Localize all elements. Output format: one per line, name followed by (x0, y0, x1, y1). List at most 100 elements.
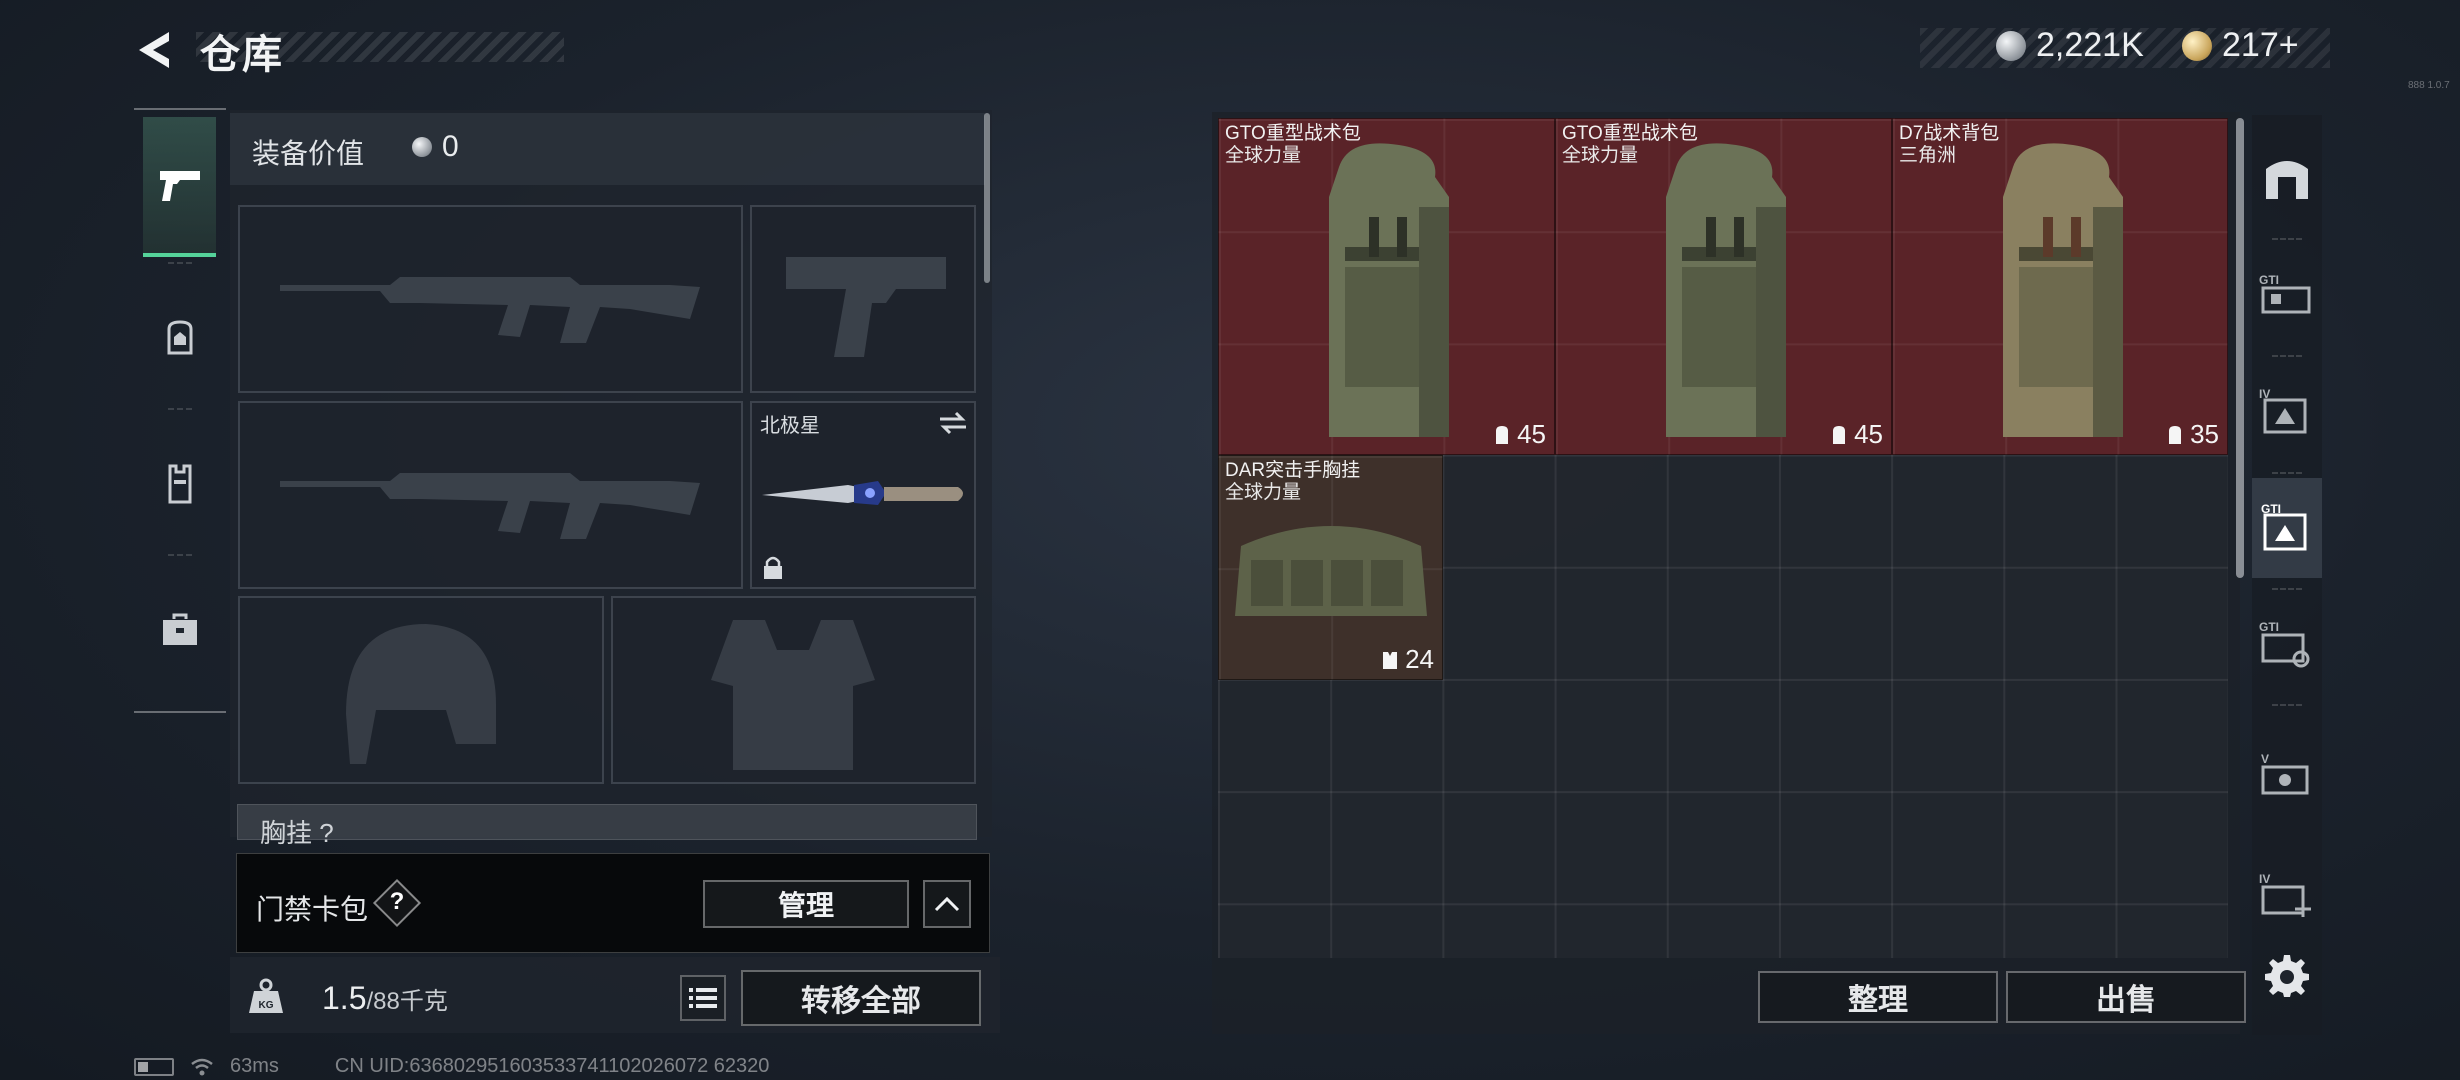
rifle-silhouette-icon (280, 473, 700, 539)
item-name: GTO重型战术包 (1225, 123, 1361, 144)
chest-rig-slot-header[interactable]: 胸挂 ? (237, 804, 977, 848)
secondary-weapon-slot[interactable] (238, 401, 743, 589)
back-button[interactable] (128, 24, 180, 76)
inventory-scrollbar[interactable] (2236, 118, 2244, 578)
inventory-grid[interactable]: GTO重型战术包 全球力量 45 GTO重型战术包 全球力量 45 D7战术背包… (1218, 118, 2228, 958)
svg-text:GTI: GTI (2259, 273, 2279, 287)
collapse-button[interactable] (923, 880, 971, 928)
tab-armor[interactable] (143, 414, 216, 554)
wifi-icon (191, 1058, 213, 1075)
gti-bag-icon[interactable]: GTI (2252, 478, 2322, 578)
inventory-item[interactable]: DAR突击手胸挂 全球力量 24 (1218, 455, 1443, 680)
item-region: 全球力量 (1562, 145, 1639, 166)
tab-backpack[interactable] (143, 268, 216, 408)
silver-coin-icon (412, 137, 432, 157)
v-case-icon[interactable]: V (2252, 726, 2322, 826)
capacity-number: 45 (1517, 419, 1546, 449)
page-title: 仓库 (200, 33, 284, 77)
tab-separator (168, 554, 192, 556)
helmet-silhouette-icon (346, 624, 496, 764)
rail-separator (2272, 472, 2302, 474)
rail-separator (2272, 704, 2302, 706)
armor-slot[interactable] (611, 596, 976, 784)
melee-name: 北极星 (760, 415, 820, 437)
version-code: 888 1.0.7 (2408, 80, 2450, 91)
uid-readout: CN UID:636802951603533741102026072 62320 (334, 1055, 770, 1077)
helmet-slot[interactable] (238, 596, 604, 784)
rifle-silhouette-icon (280, 277, 700, 343)
pistol-silhouette-icon (786, 257, 946, 357)
bag-capacity-icon (1496, 425, 1509, 444)
melee-slot[interactable]: 北极星 (750, 401, 976, 589)
manage-button[interactable]: 管理 (703, 880, 909, 928)
lock-icon (764, 556, 782, 579)
tab-weapons[interactable] (143, 117, 216, 257)
backpack-art-icon (1666, 143, 1786, 437)
item-capacity: 24 (1381, 644, 1434, 675)
battery-icon (134, 1057, 174, 1076)
swap-icon[interactable] (938, 411, 968, 435)
knife-icon (762, 481, 963, 505)
bag-capacity-icon (2169, 425, 2182, 444)
silver-coin-icon (1996, 30, 2026, 61)
rail-separator (2272, 238, 2302, 240)
item-capacity: 45 (1493, 419, 1546, 450)
gold-amount: 217+ (2222, 26, 2299, 64)
capacity-number: 35 (2190, 419, 2219, 449)
sell-button[interactable]: 出售 (2006, 971, 2246, 1023)
ping-readout: 63ms (230, 1055, 279, 1077)
transfer-all-button[interactable]: 转移全部 (741, 970, 981, 1026)
silver-currency[interactable]: 2,221K (1996, 26, 2144, 65)
rail-separator (2272, 588, 2302, 590)
keycard-label: 门禁卡包 (256, 894, 369, 925)
gold-currency[interactable]: 217+ (2182, 26, 2299, 65)
weight-current: 1.5 (322, 980, 367, 1016)
svg-text:IV: IV (2259, 872, 2270, 886)
equipment-value-number: 0 (442, 130, 459, 163)
equipment-scrollbar[interactable] (984, 113, 990, 283)
tab-separator (168, 262, 192, 264)
item-region: 全球力量 (1225, 482, 1302, 503)
inventory-item[interactable]: D7战术背包 三角洲 35 (1892, 118, 2228, 455)
toolbox-icon (162, 613, 197, 645)
capacity-number: 45 (1854, 419, 1883, 449)
capacity-number: 24 (1405, 644, 1434, 674)
item-region: 三角洲 (1899, 145, 1957, 166)
iv-case-icon[interactable]: IV (2252, 361, 2322, 461)
tab-separator (168, 408, 192, 410)
svg-text:GTI: GTI (2259, 620, 2279, 634)
pistol-icon (159, 171, 200, 201)
sort-button[interactable]: 整理 (1758, 971, 1998, 1023)
status-footer: 63ms CN UID:636802951603533741102026072 … (134, 1055, 769, 1078)
weight-icon: KG (246, 977, 286, 1022)
item-name: D7战术背包 (1899, 123, 2000, 144)
item-name: GTO重型战术包 (1562, 123, 1698, 144)
item-capacity: 35 (2166, 419, 2219, 450)
inventory-item[interactable]: GTO重型战术包 全球力量 45 (1218, 118, 1555, 455)
list-icon (689, 988, 717, 1008)
equipment-value-label: 装备价值 (252, 138, 365, 169)
svg-text:V: V (2261, 752, 2269, 766)
item-region: 全球力量 (1225, 145, 1302, 166)
backpack-art-icon (1329, 143, 1449, 437)
gti-case-icon[interactable]: GTI (2252, 244, 2322, 344)
chevron-up-icon (934, 896, 960, 912)
list-view-button[interactable] (680, 975, 726, 1021)
sidearm-slot[interactable] (750, 205, 976, 393)
storage-icon[interactable] (2252, 128, 2322, 228)
tab-toolbox[interactable] (143, 560, 216, 700)
primary-weapon-slot[interactable] (238, 205, 743, 393)
item-name: DAR突击手胸挂 (1225, 460, 1361, 481)
inventory-item[interactable]: GTO重型战术包 全球力量 45 (1555, 118, 1892, 455)
bag-capacity-icon (1833, 425, 1846, 444)
chest-rig-art-icon (1235, 526, 1427, 616)
rail-separator (2272, 355, 2302, 357)
settings-icon[interactable] (2252, 925, 2322, 1025)
equipment-value: 0 (412, 130, 459, 164)
weight-max: /88千克 (366, 988, 448, 1015)
silver-amount: 2,221K (2036, 26, 2144, 64)
item-capacity: 45 (1830, 419, 1883, 450)
vest-silhouette-icon (711, 620, 875, 770)
gti-key-icon[interactable]: GTI (2252, 594, 2322, 694)
weight-readout: 1.5/88千克 (322, 980, 448, 1017)
